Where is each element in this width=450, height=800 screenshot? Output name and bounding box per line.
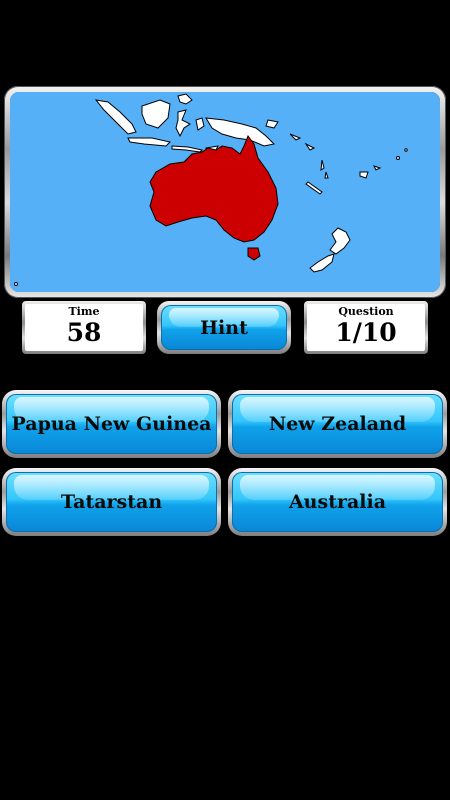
answer-button-3[interactable]: Tatarstan <box>2 468 221 536</box>
time-panel: Time 58 <box>22 301 146 354</box>
answer-label: Tatarstan <box>60 491 163 513</box>
answer-label: New Zealand <box>268 413 407 435</box>
hint-button[interactable]: Hint <box>157 301 291 354</box>
question-value: 1/10 <box>335 318 397 347</box>
answer-button-2[interactable]: New Zealand <box>228 390 447 458</box>
answer-label: Papua New Guinea <box>11 413 212 435</box>
map-frame <box>4 86 446 298</box>
oceania-map <box>10 92 440 292</box>
map-view <box>10 92 440 292</box>
answer-button-4[interactable]: Australia <box>228 468 447 536</box>
time-value: 58 <box>66 318 102 347</box>
time-label: Time <box>68 305 100 318</box>
hint-button-label: Hint <box>200 316 248 339</box>
answer-button-1[interactable]: Papua New Guinea <box>2 390 221 458</box>
game-screen: Time 58 Hint Question 1/10 Papua New Gui… <box>0 0 450 800</box>
question-panel: Question 1/10 <box>304 301 428 354</box>
question-label: Question <box>338 305 394 318</box>
answer-label: Australia <box>288 491 387 513</box>
